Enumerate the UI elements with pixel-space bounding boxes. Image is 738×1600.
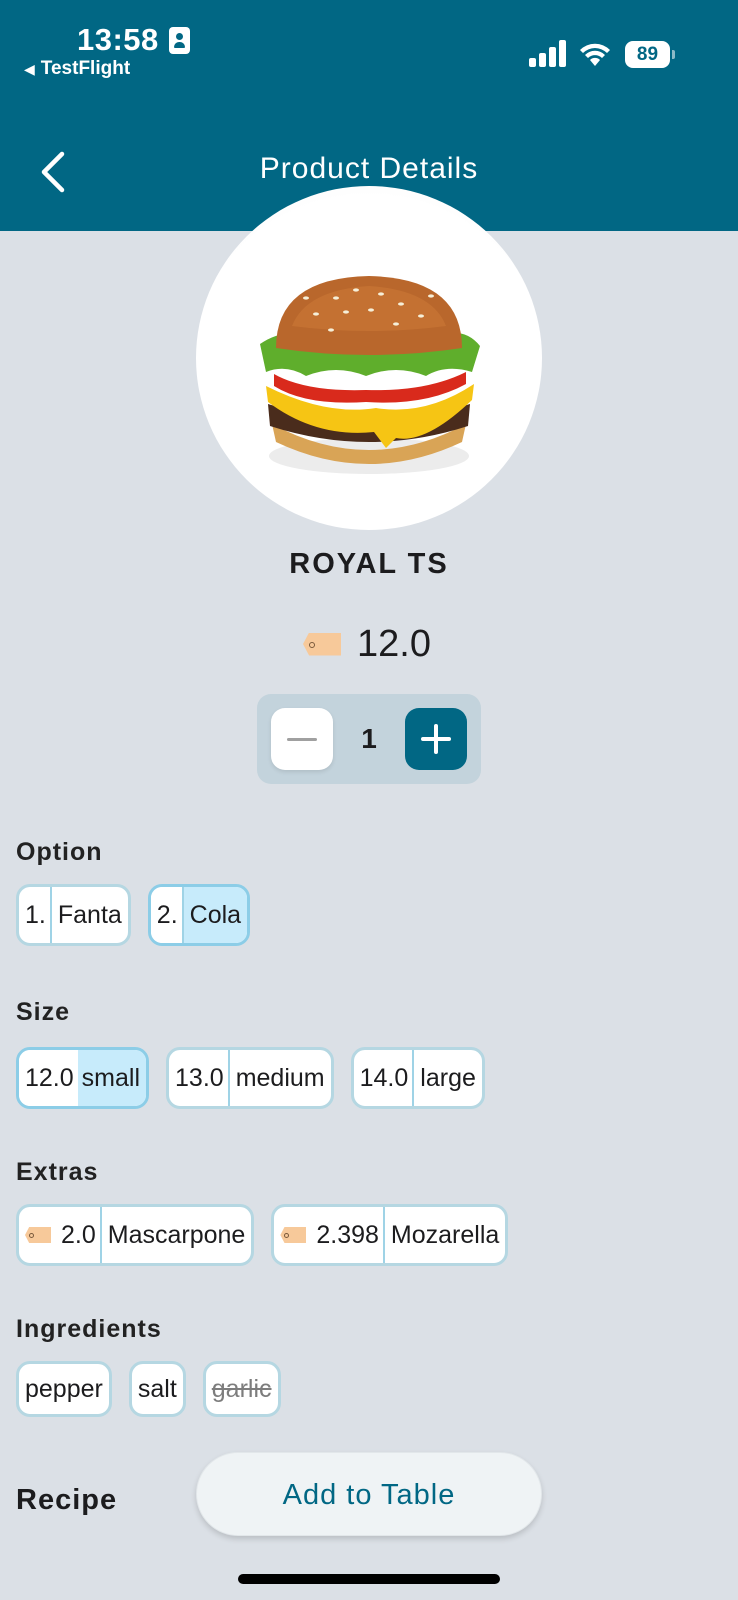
battery-level: 89 <box>625 41 670 68</box>
decrease-quantity-button[interactable] <box>271 708 333 770</box>
size-label: large <box>420 1063 476 1092</box>
quantity-value: 1 <box>361 723 377 754</box>
size-chip-large[interactable]: 14.0 large <box>350 1047 485 1109</box>
ingredient-chip-garlic[interactable]: garlic <box>202 1361 281 1417</box>
product-name: ROYAL TS <box>289 548 449 580</box>
extra-label: Mascarpone <box>107 1220 246 1249</box>
quantity-stepper: 1 <box>257 694 481 784</box>
price-row: 12.0 <box>303 622 431 666</box>
ingredients-section-title: Ingredients <box>16 1315 162 1343</box>
add-to-table-button[interactable]: Add to Table <box>196 1452 542 1536</box>
ingredient-label: salt <box>137 1374 177 1403</box>
price-tag-icon <box>303 632 341 656</box>
extra-price: 2.0 <box>61 1220 96 1249</box>
option-label: Fanta <box>57 900 122 929</box>
increase-quantity-button[interactable] <box>405 708 467 770</box>
size-label: medium <box>235 1063 325 1092</box>
option-section-title: Option <box>16 838 103 866</box>
size-chip-medium[interactable]: 13.0 medium <box>166 1047 334 1109</box>
back-triangle-icon: ◀ <box>24 60 35 77</box>
ingredient-chip-salt[interactable]: salt <box>128 1361 186 1417</box>
option-index: 2. <box>150 887 182 943</box>
wifi-icon <box>580 43 610 66</box>
signal-icon <box>529 40 567 67</box>
status-time: 13:58 <box>77 22 159 57</box>
size-chip-small[interactable]: 12.0 small <box>16 1047 150 1109</box>
extra-chip-mozarella[interactable]: 2.398 Mozarella <box>271 1204 509 1266</box>
battery-icon: 89 <box>625 41 675 68</box>
option-chip-fanta[interactable]: 1. Fanta <box>16 884 131 946</box>
extra-price: 2.398 <box>316 1220 379 1249</box>
back-to-testflight-link[interactable]: ◀ TestFlight <box>24 58 130 80</box>
extra-chip-mascarpone[interactable]: 2.0 Mascarpone <box>16 1204 255 1266</box>
option-chips: 1. Fanta 2. Cola <box>16 884 251 946</box>
id-badge-icon <box>169 27 190 54</box>
extra-price-seg: 2.0 <box>19 1207 100 1263</box>
extra-label: Mozarella <box>390 1220 500 1249</box>
size-price: 13.0 <box>175 1063 224 1092</box>
back-app-label: TestFlight <box>40 58 131 79</box>
size-chips: 12.0 small 13.0 medium 14.0 large <box>16 1047 485 1109</box>
burger-image <box>196 186 542 530</box>
option-label: Cola <box>183 887 248 943</box>
ingredient-label: pepper <box>25 1374 103 1403</box>
extras-section-title: Extras <box>16 1158 99 1186</box>
extra-price-seg: 2.398 <box>274 1207 383 1263</box>
price-tag-icon <box>25 1227 51 1243</box>
size-price: 14.0 <box>359 1063 409 1092</box>
product-price: 12.0 <box>357 622 431 665</box>
size-section-title: Size <box>16 998 71 1026</box>
option-index: 1. <box>25 900 46 929</box>
size-label: small <box>77 1050 147 1106</box>
price-tag-icon <box>280 1227 307 1243</box>
ingredient-label-removed: garlic <box>211 1374 272 1403</box>
extras-chips: 2.0 Mascarpone 2.398 Mozarella <box>16 1204 509 1266</box>
ingredient-chips: pepper salt garlic <box>16 1361 281 1417</box>
ingredient-chip-pepper[interactable]: pepper <box>16 1361 112 1417</box>
home-indicator <box>238 1574 500 1584</box>
recipe-section-title: Recipe <box>16 1484 118 1516</box>
size-price: 12.0 <box>19 1050 78 1106</box>
page-title: Product Details <box>259 152 479 185</box>
option-chip-cola[interactable]: 2. Cola <box>147 884 251 946</box>
